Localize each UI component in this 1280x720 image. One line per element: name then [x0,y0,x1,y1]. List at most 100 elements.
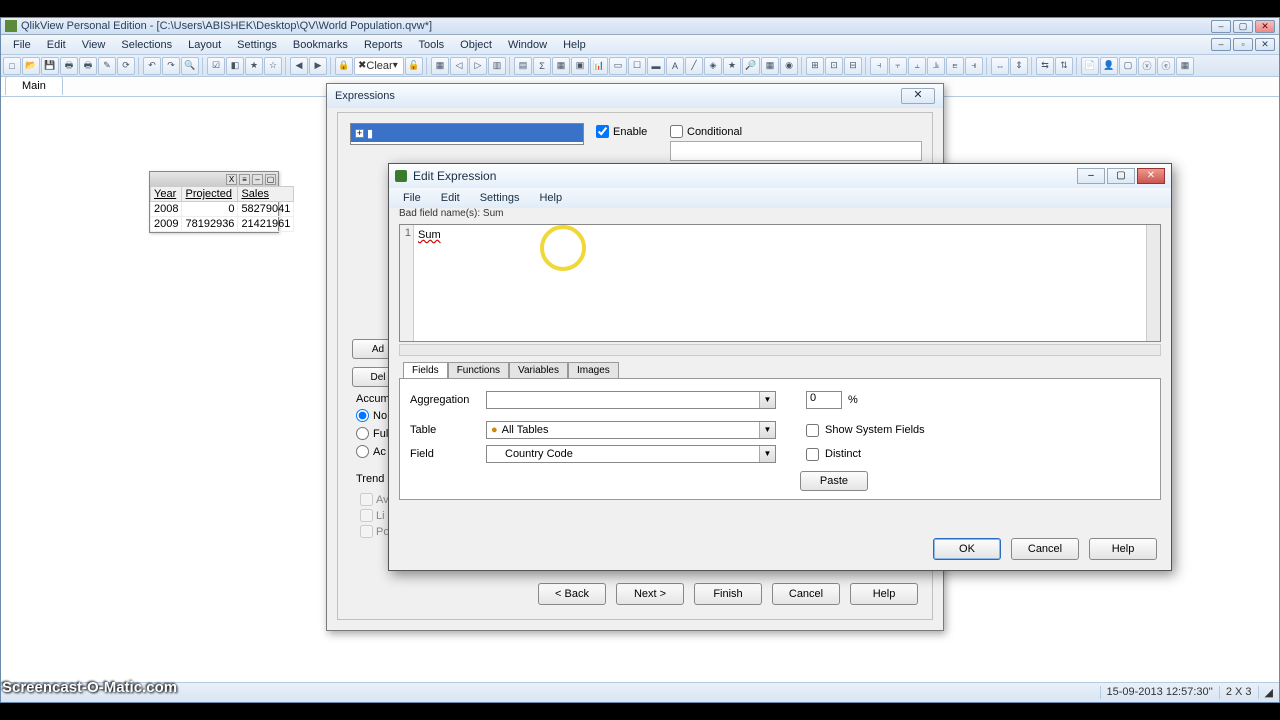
tb-lock-icon[interactable]: 🔒 [335,57,353,75]
tb-listbox-icon[interactable]: ▤ [514,57,532,75]
tb-dv-icon[interactable]: ⇕ [1010,57,1028,75]
tb-current-icon[interactable]: ☐ [628,57,646,75]
chevron-down-icon[interactable]: ▼ [759,422,775,438]
tab-functions[interactable]: Functions [448,362,509,378]
tb-newsheet-icon[interactable]: ▦ [431,57,449,75]
next-button[interactable]: Next > [616,583,684,605]
close-button[interactable]: ✕ [1255,20,1275,33]
tb-bookmark-icon[interactable]: ★ [245,57,263,75]
tb-ar-icon[interactable]: ⫠ [908,57,926,75]
code-text[interactable]: Sum [418,227,1146,241]
tb-reload-icon[interactable]: ⟳ [117,57,135,75]
help-button[interactable]: Help [850,583,918,605]
pct-input[interactable]: 0 [806,391,842,409]
ee-menu-help[interactable]: Help [529,190,572,206]
tb-selections-icon[interactable]: ☑ [207,57,225,75]
tb-container-icon[interactable]: ▦ [761,57,779,75]
tb-multibox-icon[interactable]: ▦ [552,57,570,75]
menu-reports[interactable]: Reports [356,37,411,53]
chevron-down-icon[interactable]: ▼ [759,446,775,462]
tab-variables[interactable]: Variables [509,362,568,378]
menu-file[interactable]: File [5,37,39,53]
tb-slider-icon[interactable]: ◈ [704,57,722,75]
flt-menu-icon[interactable]: ≡ [239,174,250,185]
accum-full-radio[interactable] [356,427,369,440]
tab-images[interactable]: Images [568,362,619,378]
tb-left-icon[interactable]: ◁ [450,57,468,75]
menu-selections[interactable]: Selections [113,37,180,53]
tb-redo-icon[interactable]: ↷ [162,57,180,75]
mdi-minimize[interactable]: – [1211,38,1231,51]
accum-back-radio[interactable] [356,445,369,458]
conditional-input[interactable] [670,141,922,161]
tb-input-icon[interactable]: ▭ [609,57,627,75]
cancel-button[interactable]: Cancel [772,583,840,605]
floating-table[interactable]: X ≡ – ▢ Year Projected Sales 2008 0 5827… [149,171,279,233]
edit-expr-title-bar[interactable]: Edit Expression – ▢ ✕ [389,164,1171,188]
col-sales[interactable]: Sales [238,187,294,202]
menu-layout[interactable]: Layout [180,37,229,53]
tb-custom-icon[interactable]: ◉ [780,57,798,75]
tb-tableviewer-icon[interactable]: ▦ [1176,57,1194,75]
tb-undo-icon[interactable]: ↶ [143,57,161,75]
tb-line-icon[interactable]: ╱ [685,57,703,75]
col-projected[interactable]: Projected [182,187,238,202]
tb-exprover-icon[interactable]: ⓔ [1157,57,1175,75]
flt-excel-icon[interactable]: X [226,174,237,185]
expressions-close-button[interactable]: ✕ [901,88,935,104]
tb-varover-icon[interactable]: ⓥ [1138,57,1156,75]
tb-am-icon[interactable]: ⫢ [946,57,964,75]
mdi-restore[interactable]: ▫ [1233,38,1253,51]
edit-expr-maximize[interactable]: ▢ [1107,168,1135,184]
help-button-ee[interactable]: Help [1089,538,1157,560]
tb-clear-dropdown[interactable]: ✖ Clear ▾ [354,57,404,75]
tb-sheets-icon[interactable]: ▥ [488,57,506,75]
menu-settings[interactable]: Settings [229,37,285,53]
tb-d2-icon[interactable]: ⊟ [844,57,862,75]
menu-bookmarks[interactable]: Bookmarks [285,37,356,53]
distinct-checkbox[interactable] [806,448,819,461]
table-row[interactable]: 2009 78192936 21421961 [151,217,294,232]
tb-print-icon[interactable]: 🖶 [60,57,78,75]
tab-fields[interactable]: Fields [403,362,448,378]
tb-at-icon[interactable]: ⫡ [927,57,945,75]
tb-design-icon[interactable]: ⊞ [806,57,824,75]
table-row[interactable]: 2008 0 58279041 [151,202,294,217]
tb-open-icon[interactable]: 📂 [22,57,40,75]
tb-forward-icon[interactable]: ▶ [309,57,327,75]
tb-chart2-icon[interactable]: 📊 [590,57,608,75]
editor-hscroll[interactable] [399,344,1161,356]
cancel-button-ee[interactable]: Cancel [1011,538,1079,560]
tb-d1-icon[interactable]: ⊡ [825,57,843,75]
accum-none-radio[interactable] [356,409,369,422]
ok-button[interactable]: OK [933,538,1001,560]
tb-ev-icon[interactable]: ⇅ [1055,57,1073,75]
finish-button[interactable]: Finish [694,583,762,605]
ee-menu-edit[interactable]: Edit [431,190,470,206]
expression-tree[interactable]: + ▮ [350,123,584,145]
tb-dh-icon[interactable]: ⇔ [991,57,1009,75]
menu-view[interactable]: View [74,37,114,53]
status-resize-icon[interactable]: ◢ [1258,686,1279,699]
ee-menu-file[interactable]: File [393,190,431,206]
mdi-close[interactable]: ✕ [1255,38,1275,51]
menu-tools[interactable]: Tools [410,37,452,53]
table-combo[interactable]: ●All Tables▼ [486,421,776,439]
tb-text-icon[interactable]: A [666,57,684,75]
tb-printpdf-icon[interactable]: 🖶 [79,57,97,75]
menu-edit[interactable]: Edit [39,37,74,53]
editor-vscroll[interactable] [1146,225,1160,341]
tb-ab-icon[interactable]: ⫣ [965,57,983,75]
col-year[interactable]: Year [151,187,182,202]
tb-right-icon[interactable]: ▷ [469,57,487,75]
back-button[interactable]: < Back [538,583,606,605]
tb-bookmarks-icon[interactable]: ☆ [264,57,282,75]
tb-statbox-icon[interactable]: Σ [533,57,551,75]
enable-checkbox[interactable] [596,125,609,138]
tb-bookmark2-icon[interactable]: ★ [723,57,741,75]
tb-docprop-icon[interactable]: 📄 [1081,57,1099,75]
tb-unlock-icon[interactable]: 🔓 [405,57,423,75]
tb-script-icon[interactable]: ✎ [98,57,116,75]
ee-menu-settings[interactable]: Settings [470,190,530,206]
conditional-checkbox[interactable] [670,125,683,138]
